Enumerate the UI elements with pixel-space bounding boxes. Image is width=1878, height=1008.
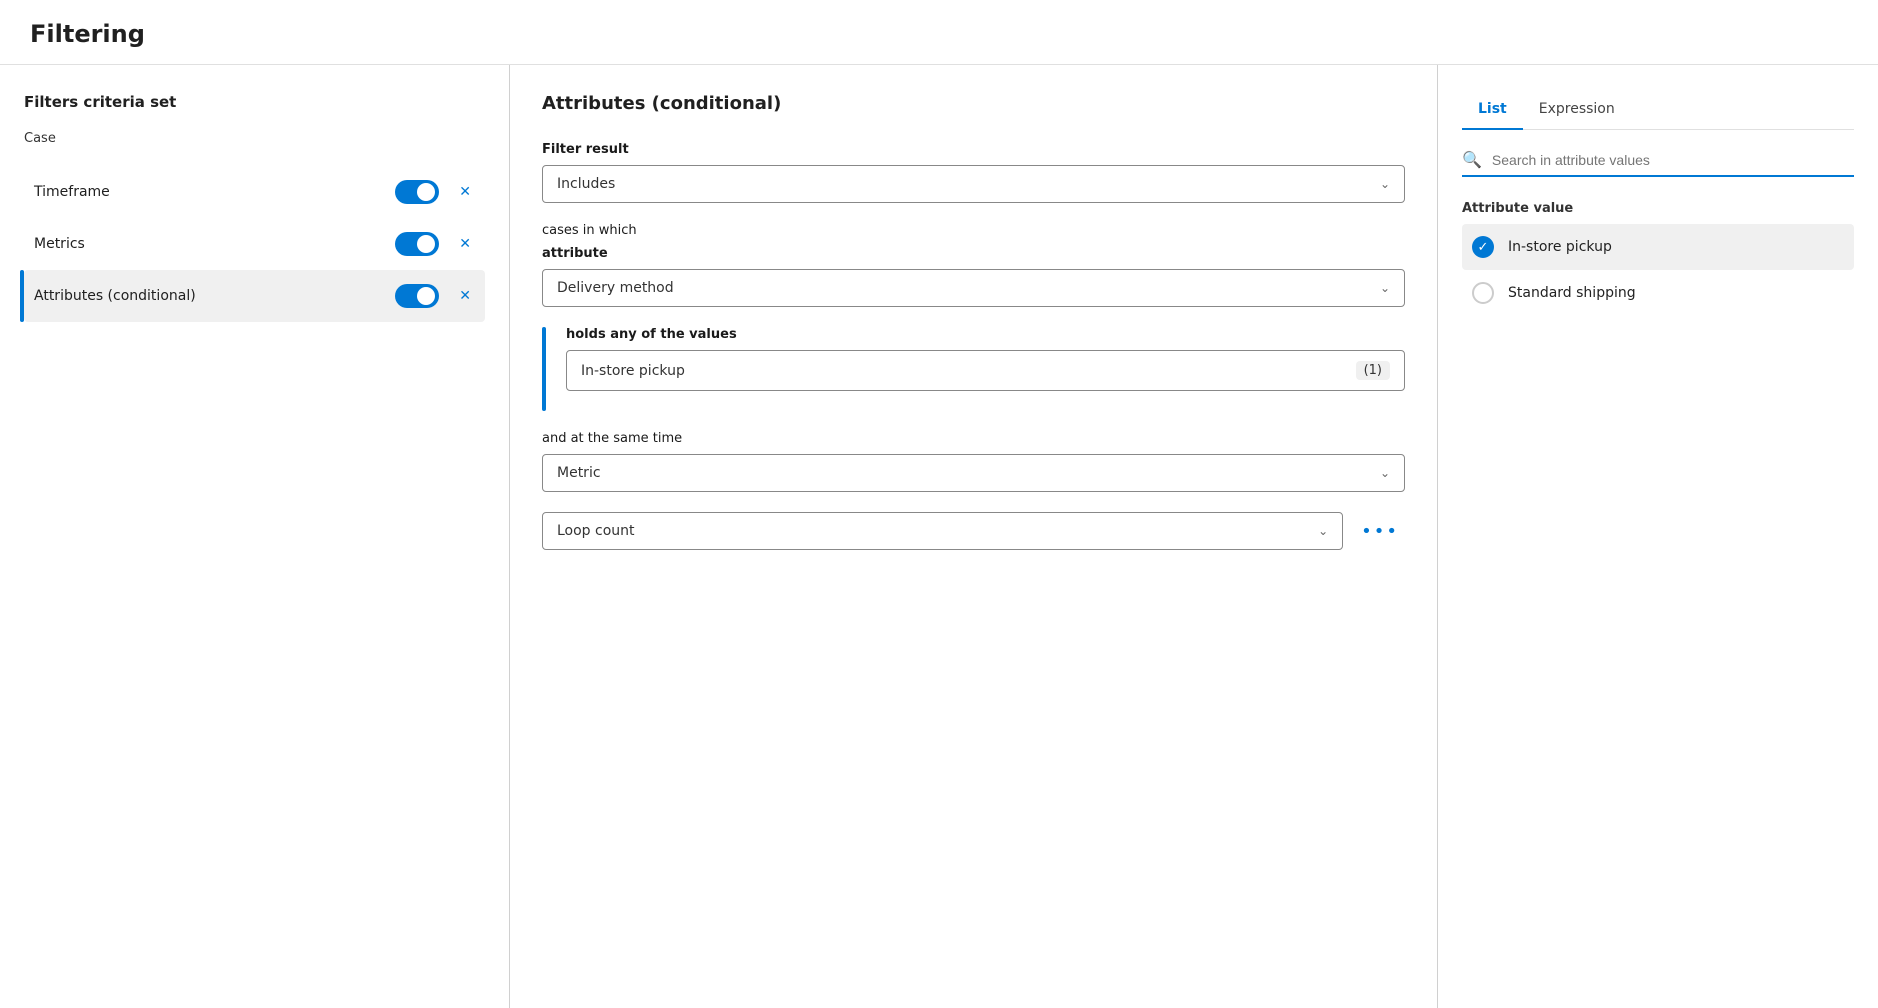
and-same-time-label: and at the same time — [542, 431, 1405, 446]
case-subtitle: Case — [24, 131, 485, 146]
loop-count-select[interactable]: Loop count ⌄ — [542, 512, 1343, 550]
attributes-toggle-slider — [395, 284, 439, 308]
attributes-toggle-wrapper — [395, 284, 439, 308]
timeframe-toggle[interactable] — [395, 180, 439, 204]
tab-list[interactable]: List — [1462, 93, 1523, 129]
loop-count-row: Loop count ⌄ ••• — [542, 512, 1405, 550]
loop-count-value: Loop count — [557, 523, 635, 539]
attribute-label: attribute — [542, 246, 1405, 261]
tabs-row: List Expression — [1462, 93, 1854, 130]
filter-result-label: Filter result — [542, 142, 1405, 157]
search-row: 🔍 — [1462, 150, 1854, 177]
filter-item-timeframe[interactable]: Timeframe ✕ — [24, 166, 485, 218]
holds-label: holds any of the values — [566, 327, 1405, 342]
attr-col-header: Attribute value — [1462, 201, 1854, 216]
filters-criteria-title: Filters criteria set — [24, 93, 485, 111]
timeframe-toggle-wrapper — [395, 180, 439, 204]
attributes-label: Attributes (conditional) — [34, 288, 395, 304]
holds-count: (1) — [1356, 361, 1390, 380]
main-layout: Filters criteria set Case Timeframe ✕ Me… — [0, 65, 1878, 1008]
loop-count-chevron-icon: ⌄ — [1318, 524, 1328, 538]
blue-bar-content: holds any of the values In-store pickup … — [566, 327, 1405, 411]
metric-value: Metric — [557, 465, 601, 481]
tab-expression[interactable]: Expression — [1523, 93, 1631, 129]
metrics-close-icon[interactable]: ✕ — [455, 232, 475, 256]
attribute-value: Delivery method — [557, 280, 674, 296]
metrics-label: Metrics — [34, 236, 395, 252]
attribute-chevron-icon: ⌄ — [1380, 281, 1390, 295]
left-panel: Filters criteria set Case Timeframe ✕ Me… — [0, 65, 510, 1008]
attr-label-in-store-pickup: In-store pickup — [1508, 239, 1612, 255]
blue-vertical-bar — [542, 327, 546, 411]
attr-circle-unselected — [1472, 282, 1494, 304]
checkmark-icon: ✓ — [1478, 240, 1489, 255]
cases-in-which-label: cases in which — [542, 223, 1405, 238]
attr-checkbox-selected: ✓ — [1472, 236, 1494, 258]
metrics-toggle-wrapper — [395, 232, 439, 256]
attr-item-in-store-pickup[interactable]: ✓ In-store pickup — [1462, 224, 1854, 270]
middle-panel-title: Attributes (conditional) — [542, 93, 1405, 114]
page-wrapper: Filtering Filters criteria set Case Time… — [0, 0, 1878, 1008]
filter-item-attributes[interactable]: Attributes (conditional) ✕ — [24, 270, 485, 322]
holds-values-box[interactable]: In-store pickup (1) — [566, 350, 1405, 391]
timeframe-label: Timeframe — [34, 184, 395, 200]
attr-label-standard-shipping: Standard shipping — [1508, 285, 1636, 301]
metric-chevron-icon: ⌄ — [1380, 466, 1390, 480]
filter-item-metrics[interactable]: Metrics ✕ — [24, 218, 485, 270]
search-icon: 🔍 — [1462, 150, 1482, 169]
timeframe-toggle-slider — [395, 180, 439, 204]
metric-select[interactable]: Metric ⌄ — [542, 454, 1405, 492]
search-input[interactable] — [1492, 152, 1854, 168]
more-options-button[interactable]: ••• — [1355, 517, 1405, 546]
holds-value: In-store pickup — [581, 363, 685, 379]
middle-panel: Attributes (conditional) Filter result I… — [510, 65, 1438, 1008]
right-panel: List Expression 🔍 Attribute value ✓ In-s… — [1438, 65, 1878, 1008]
timeframe-close-icon[interactable]: ✕ — [455, 180, 475, 204]
filter-result-select[interactable]: Includes ⌄ — [542, 165, 1405, 203]
metrics-toggle-slider — [395, 232, 439, 256]
page-title: Filtering — [0, 0, 1878, 65]
attr-item-standard-shipping[interactable]: Standard shipping — [1462, 270, 1854, 316]
active-bar — [20, 270, 24, 322]
attributes-close-icon[interactable]: ✕ — [455, 284, 475, 308]
attributes-toggle[interactable] — [395, 284, 439, 308]
attribute-select[interactable]: Delivery method ⌄ — [542, 269, 1405, 307]
filter-result-chevron-icon: ⌄ — [1380, 177, 1390, 191]
metrics-toggle[interactable] — [395, 232, 439, 256]
blue-bar-section: holds any of the values In-store pickup … — [542, 327, 1405, 411]
filter-result-value: Includes — [557, 176, 615, 192]
